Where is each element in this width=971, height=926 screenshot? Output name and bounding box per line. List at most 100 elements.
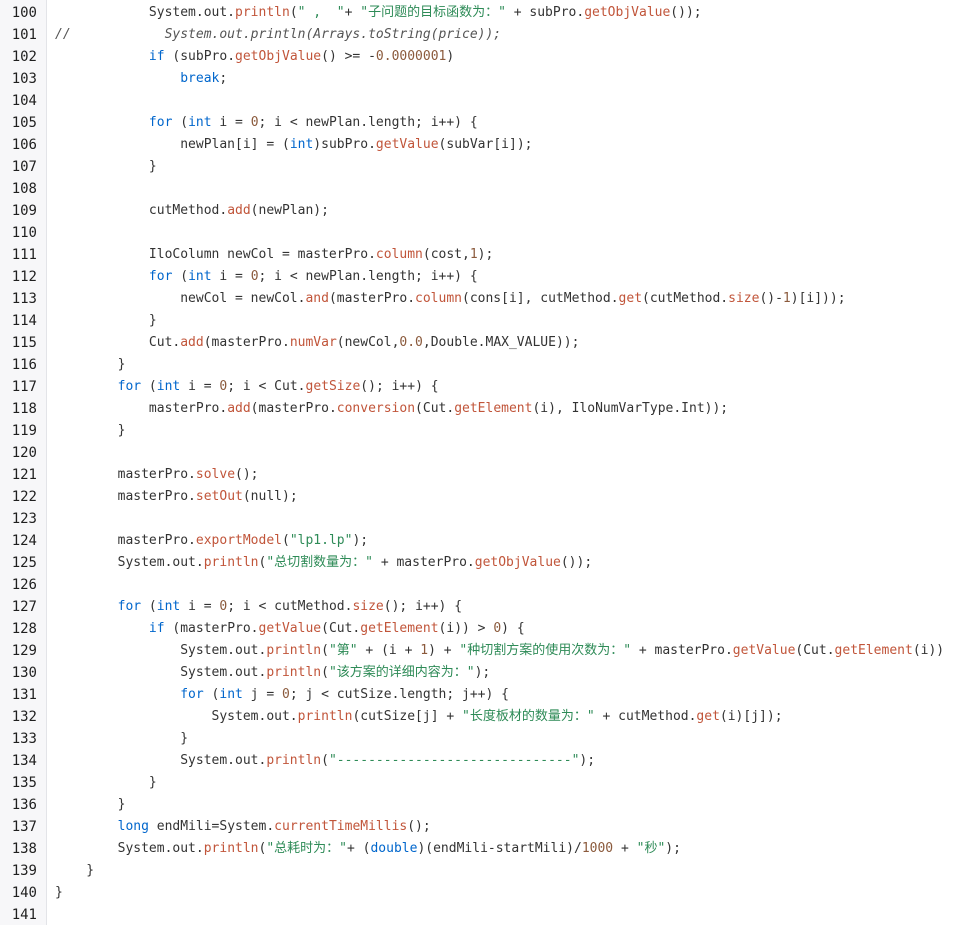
code-line: 121 masterPro.solve(); [0,464,971,486]
code-token: getElement [834,643,913,658]
code-token: } [55,775,157,790]
code-token: get [618,291,643,306]
code-text: System.out.println("--------------------… [55,750,595,772]
code-token: if [148,49,165,64]
code-token: long [117,819,149,834]
code-token: "子问题的目标函数为：" [360,5,506,20]
code-token: System.out. [55,753,267,768]
code-token: i = [180,379,220,394]
line-number: 115 [11,335,37,351]
line-number: 114 [11,313,37,329]
code-token: } [55,313,157,328]
code-token: 1000 [581,841,614,856]
line-number: 109 [11,203,37,219]
code-token: (); [235,467,259,482]
line-number: 117 [11,379,37,395]
code-token: get [696,709,720,724]
code-token: ( [289,5,298,20]
code-line: 117 for (int i = 0; i < Cut.getSize(); i… [0,376,971,398]
code-token: ( [321,643,329,658]
code-token: masterPro. [55,467,196,482]
code-token: getValue [375,137,439,152]
code-token: ( [141,599,157,614]
code-text: masterPro.solve(); [55,464,259,486]
code-text: } [55,794,126,816]
code-token: (newCol, [336,335,400,350]
line-number: 129 [11,643,37,659]
code-token: i = [211,269,251,284]
line-number: 140 [11,885,37,901]
code-token: ( [321,665,329,680]
code-token: int [188,115,212,130]
code-line: 141 [0,904,971,926]
code-text: newCol = newCol.and(masterPro.column(con… [55,288,845,310]
code-text: masterPro.exportModel("lp1.lp"); [55,530,368,552]
code-token: (cutMethod. [642,291,729,306]
code-token: ()); [560,555,593,570]
line-number: 125 [11,555,37,571]
code-token: getElement [360,621,439,636]
code-token: "秒" [636,841,666,856]
code-text: for (int i = 0; i < newPlan.length; i++)… [55,266,478,288]
line-number: 103 [11,71,37,87]
code-token: add [180,335,204,350]
code-token: i = [211,115,251,130]
code-line: 103 break; [0,68,971,90]
code-line: 120 [0,442,971,464]
code-token: ( [172,115,189,130]
code-token: (masterPro. [328,291,416,306]
code-token: System.out. [55,841,204,856]
code-token: exportModel [195,533,282,548]
line-number: 128 [11,621,37,637]
code-token: 0.0000001 [375,49,447,64]
code-line: 113 newCol = newCol.and(masterPro.column… [0,288,971,310]
code-text: Cut.add(masterPro.numVar(newCol,0.0,Doub… [55,332,580,354]
code-token: "该方案的详细内容为：" [328,665,475,680]
code-text: // System.out.println(Arrays.toString(pr… [55,24,501,46]
code-token: newPlan[i] = ( [55,137,290,152]
code-token: (masterPro. [203,335,290,350]
code-lines: 100 System.out.println(" , "+ "子问题的目标函数为… [0,2,971,926]
code-token: println [266,665,322,680]
code-token: double [370,841,418,856]
code-token: size [352,599,384,614]
code-token: (null); [242,489,298,504]
code-line: 133 } [0,728,971,750]
code-line: 129 System.out.println("第" + (i + 1) + "… [0,640,971,662]
code-token: ; i < newPlan.length; i++) { [258,269,478,284]
code-token: (i)[j]); [719,709,783,724]
code-token: "------------------------------" [328,753,580,768]
code-token: (i)) > [438,621,494,636]
code-line: 114 } [0,310,971,332]
code-token: (); i++) { [360,379,439,394]
code-token: + subPro. [505,5,585,20]
code-token: int [156,599,181,614]
line-number: 110 [11,225,37,241]
code-token: getValue [732,643,796,658]
code-token: j = [242,687,282,702]
code-token: ; i < Cut. [227,379,306,394]
code-text: newPlan[i] = (int)subPro.getValue(subVar… [55,134,532,156]
code-token: getElement [454,401,533,416]
code-line: 135 } [0,772,971,794]
code-token: 0 [493,621,502,636]
code-token: 1 [469,247,478,262]
code-token: ); [477,247,494,262]
line-number: 134 [11,753,37,769]
code-token: } [55,885,63,900]
code-line: 104 [0,90,971,112]
code-token: 1 [782,291,791,306]
code-line: 100 System.out.println(" , "+ "子问题的目标函数为… [0,2,971,24]
code-token: "长度板材的数量为：" [462,709,595,724]
code-token: for [117,379,142,394]
code-token: + [344,5,361,20]
code-line: 118 masterPro.add(masterPro.conversion(C… [0,398,971,420]
code-text: cutMethod.add(newPlan); [55,200,329,222]
code-token: 0 [250,115,259,130]
code-token: (cons[i], cutMethod. [462,291,619,306]
